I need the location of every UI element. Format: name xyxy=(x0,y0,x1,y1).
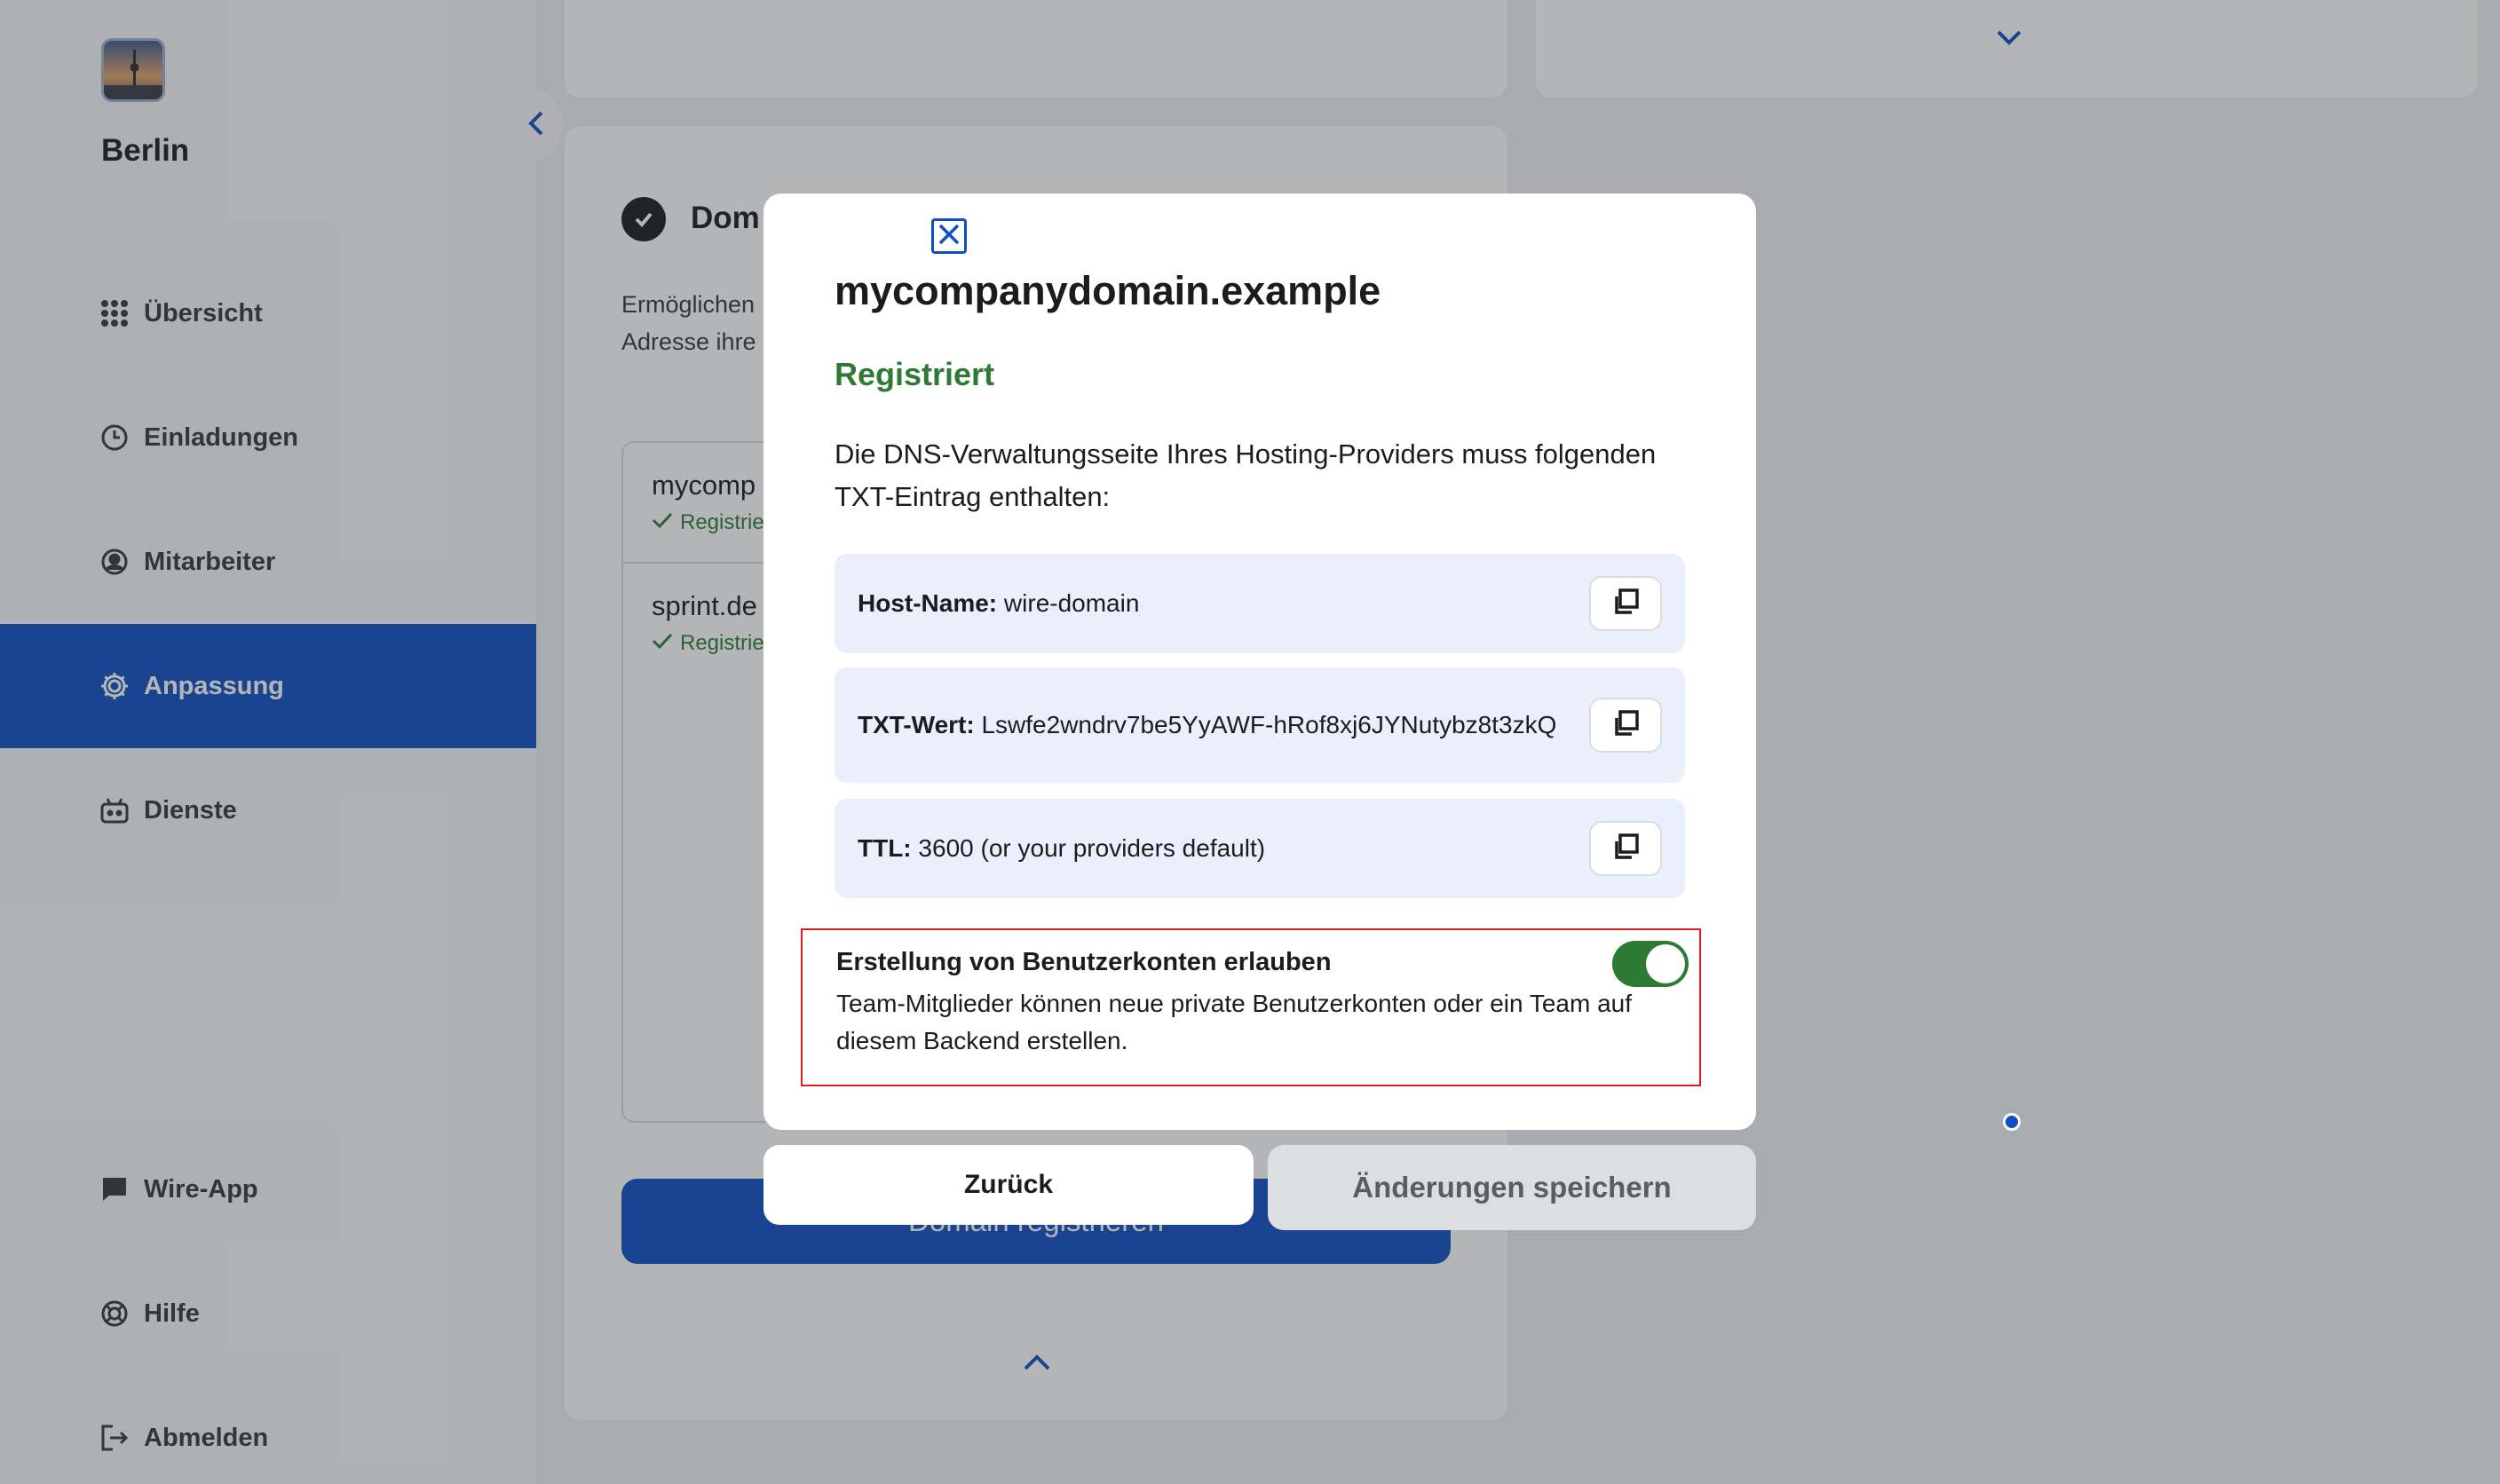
record-value: 3600 (or your providers default) xyxy=(918,834,1266,862)
account-creation-setting: Erstellung von Benutzerkonten erlauben T… xyxy=(801,928,1701,1086)
copy-host-name-button[interactable] xyxy=(1589,576,1662,631)
copy-txt-value-button[interactable] xyxy=(1589,698,1662,753)
dns-record-ttl: TTL: 3600 (or your providers default) xyxy=(835,799,1685,898)
close-icon xyxy=(938,223,961,250)
modal-title: mycompanydomain.example xyxy=(835,268,1381,313)
record-label: Host-Name: xyxy=(858,589,998,617)
copy-icon xyxy=(1610,708,1641,743)
cursor-indicator xyxy=(2003,1113,2021,1131)
dns-record-host-name: Host-Name: wire-domain xyxy=(835,554,1685,653)
close-button[interactable] xyxy=(931,218,967,254)
dns-record-txt-value: TXT-Wert: Lswfe2wndrv7be5YyAWF-hRof8xj6J… xyxy=(835,667,1685,783)
record-label: TTL: xyxy=(858,834,912,862)
record-label: TXT-Wert: xyxy=(858,711,975,738)
record-value: Lswfe2wndrv7be5YyAWF-hRof8xj6JYNutybz8t3… xyxy=(981,711,1557,738)
record-value: wire-domain xyxy=(1003,589,1140,617)
copy-icon xyxy=(1610,832,1641,866)
account-creation-toggle[interactable] xyxy=(1612,941,1689,987)
back-button[interactable]: Zurück xyxy=(763,1145,1254,1225)
copy-icon xyxy=(1610,587,1641,621)
toggle-knob xyxy=(1646,944,1685,983)
save-changes-button[interactable]: Änderungen speichern xyxy=(1268,1145,1756,1230)
modal-status: Registriert xyxy=(835,356,995,392)
setting-title: Erstellung von Benutzerkonten erlauben xyxy=(836,948,1332,976)
setting-description: Team-Mitglieder können neue private Benu… xyxy=(836,990,1633,1054)
copy-ttl-button[interactable] xyxy=(1589,821,1662,876)
modal-description: Die DNS-Verwaltungsseite Ihres Hosting-P… xyxy=(835,438,1657,512)
